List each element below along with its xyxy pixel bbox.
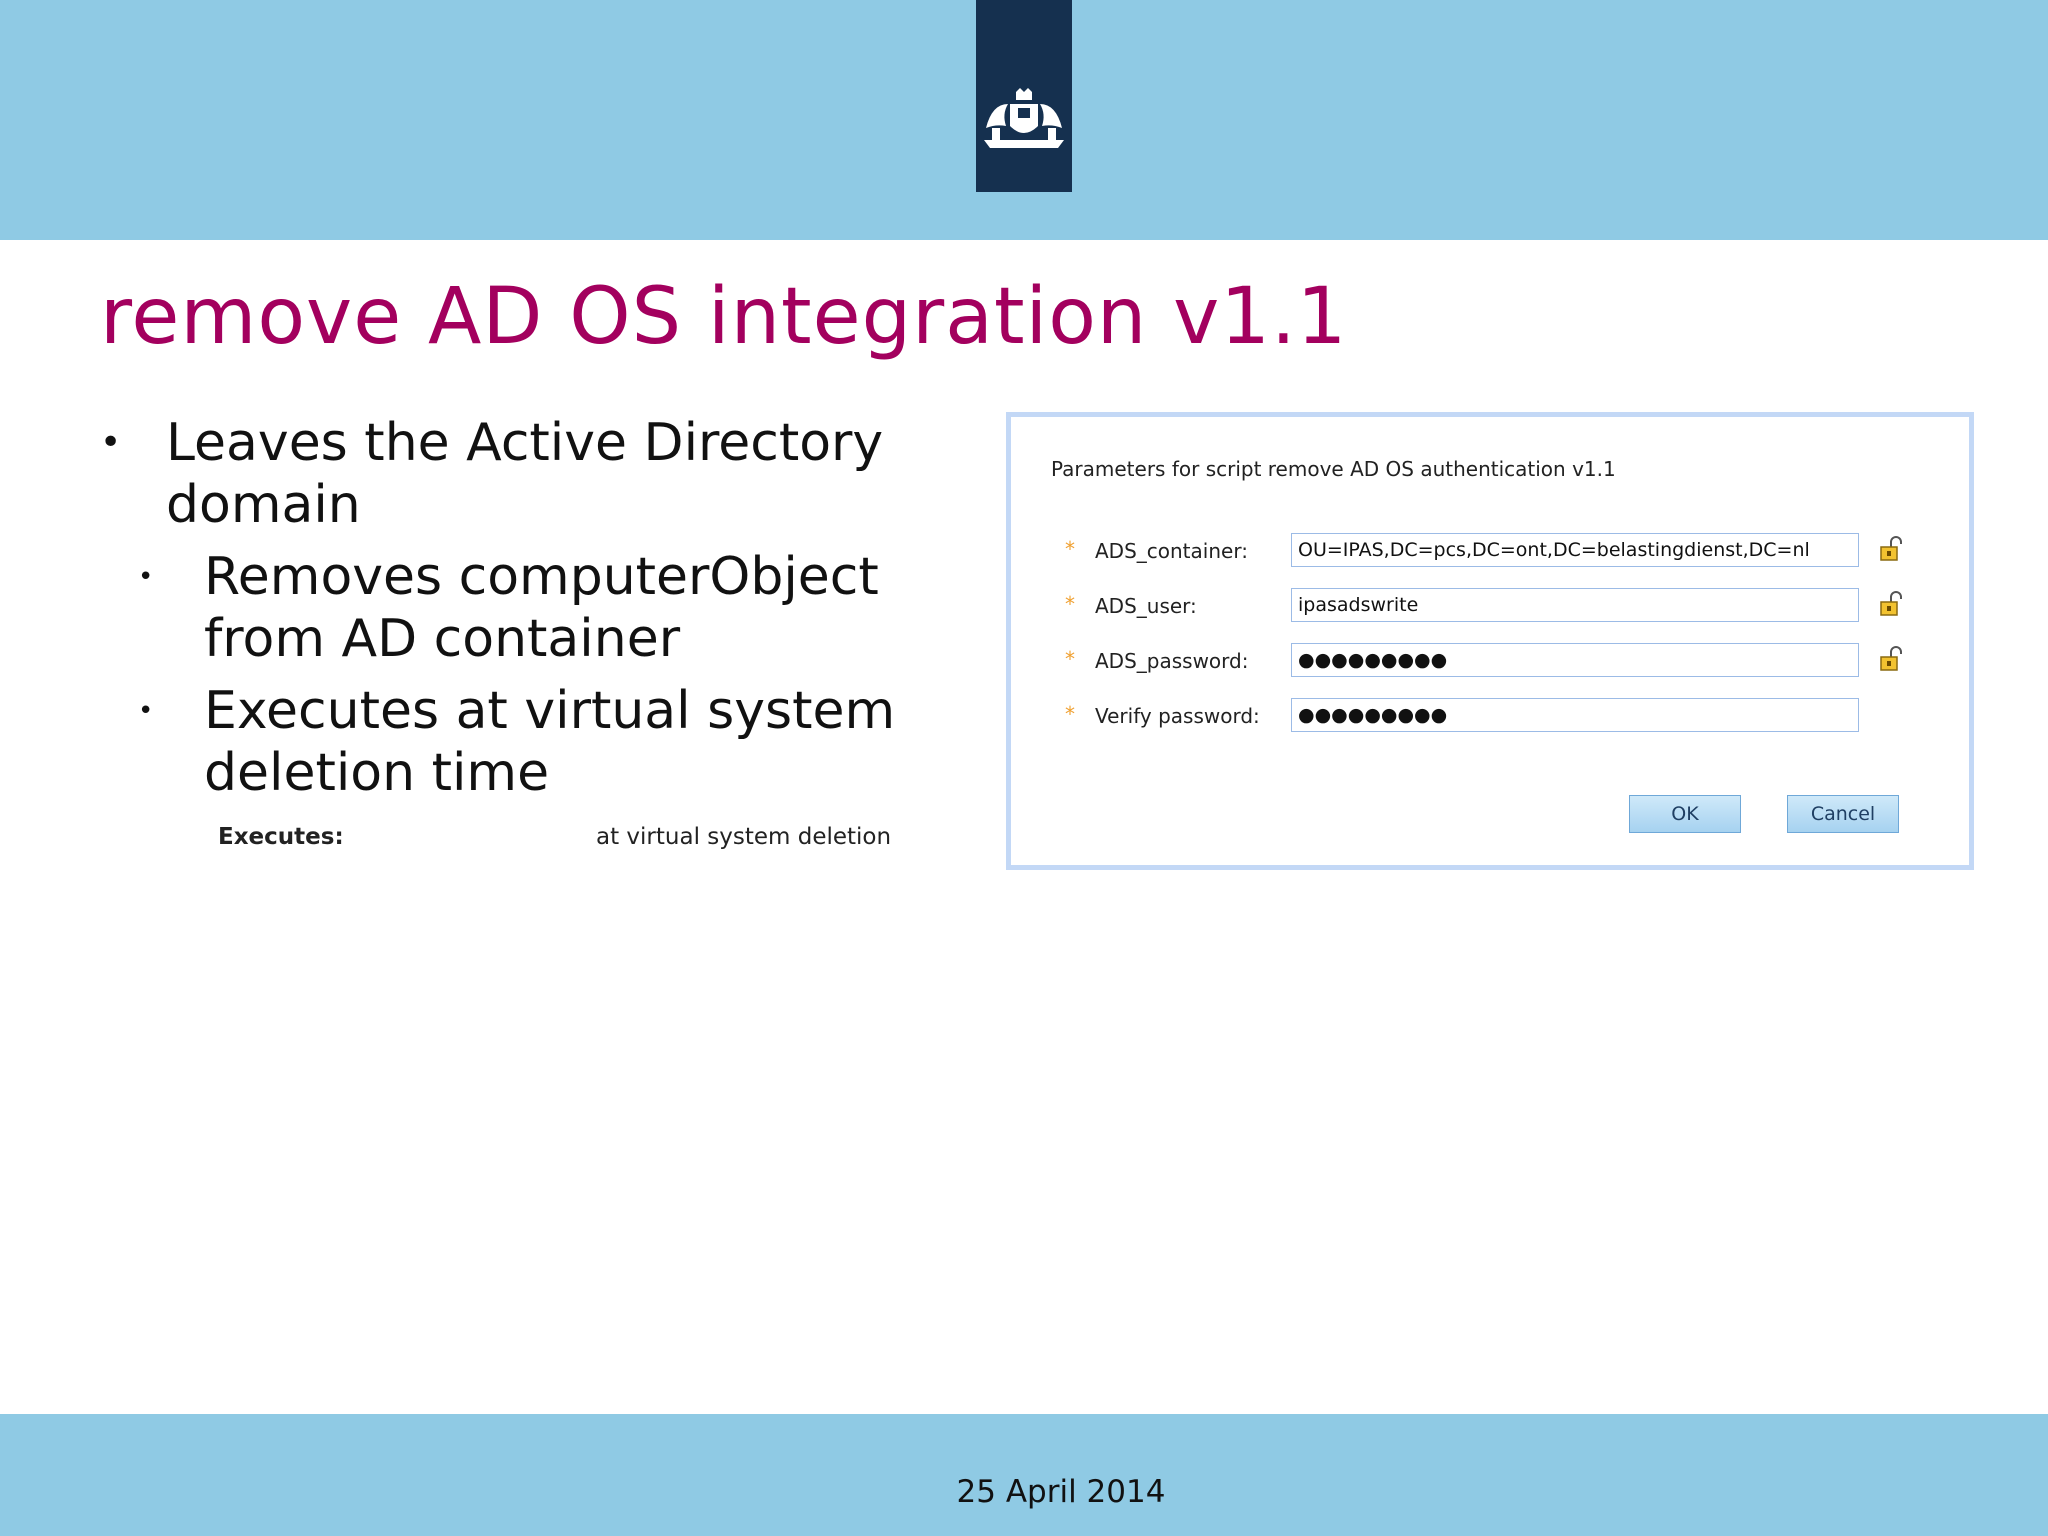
ads-user-input[interactable]: [1291, 588, 1859, 622]
crest-logo-icon: [984, 88, 1064, 148]
required-marker: *: [1065, 702, 1075, 726]
slide-title: remove AD OS integration v1.1: [100, 272, 1348, 362]
cancel-button[interactable]: Cancel: [1787, 795, 1899, 833]
sub-bullet-item: • Executes at virtual system deletion ti…: [100, 680, 920, 804]
logo-box: [976, 0, 1072, 192]
ads-password-input[interactable]: [1291, 643, 1859, 677]
field-label: ADS_user:: [1095, 594, 1197, 618]
sub-bullet-text: Executes at virtual system deletion time: [204, 681, 896, 803]
bullet-dot: •: [138, 696, 154, 726]
bullet-item: • Leaves the Active Directory domain: [100, 412, 920, 536]
bullet-dot: •: [100, 422, 122, 463]
sub-bullet-item: • Removes computerObject from AD contain…: [100, 546, 920, 670]
bullet-list: • Leaves the Active Directory domain • R…: [100, 412, 920, 804]
ads-container-input[interactable]: [1291, 533, 1859, 567]
unlock-icon[interactable]: [1879, 645, 1905, 673]
executes-value: at virtual system deletion: [596, 824, 892, 850]
unlock-icon[interactable]: [1879, 535, 1905, 563]
parameters-dialog: Parameters for script remove AD OS authe…: [1006, 412, 1974, 870]
ok-button[interactable]: OK: [1629, 795, 1741, 833]
sub-bullet-text: Removes computerObject from AD container: [204, 547, 879, 669]
required-marker: *: [1065, 647, 1075, 671]
field-verify-password: * Verify password:: [1065, 698, 1925, 734]
executes-row: Executes: at virtual system deletion: [218, 824, 891, 850]
field-ads-password: * ADS_password:: [1065, 643, 1925, 679]
field-ads-container: * ADS_container:: [1065, 533, 1925, 569]
unlock-icon[interactable]: [1879, 590, 1905, 618]
field-label: ADS_container:: [1095, 539, 1248, 563]
bullet-text: Leaves the Active Directory domain: [166, 413, 884, 535]
required-marker: *: [1065, 592, 1075, 616]
bullet-dot: •: [138, 562, 154, 592]
field-label: ADS_password:: [1095, 649, 1249, 673]
verify-password-input[interactable]: [1291, 698, 1859, 732]
footer-date: 25 April 2014: [956, 1474, 1166, 1510]
required-marker: *: [1065, 537, 1075, 561]
dialog-title: Parameters for script remove AD OS authe…: [1051, 457, 1616, 481]
field-ads-user: * ADS_user:: [1065, 588, 1925, 624]
field-label: Verify password:: [1095, 704, 1260, 728]
executes-label: Executes:: [218, 824, 344, 850]
